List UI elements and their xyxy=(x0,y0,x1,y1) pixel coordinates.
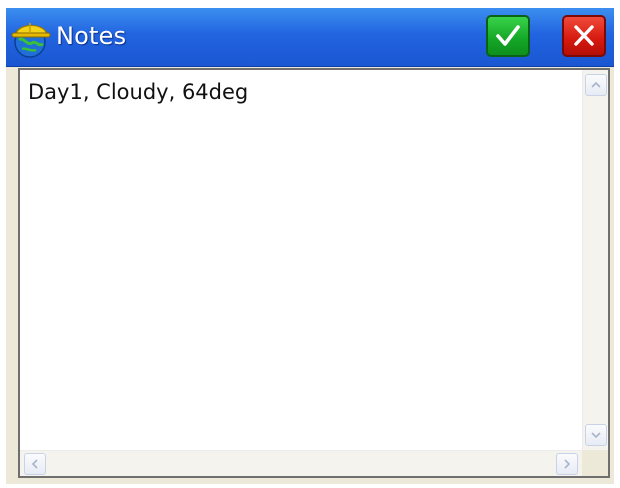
scroll-left-button[interactable] xyxy=(24,453,46,475)
checkmark-icon xyxy=(496,25,520,46)
ok-button[interactable] xyxy=(486,15,530,57)
window-title: Notes xyxy=(56,22,127,50)
chevron-left-icon xyxy=(31,459,38,469)
chevron-down-icon xyxy=(591,432,601,439)
notes-textarea[interactable]: Day1, Cloudy, 64deg xyxy=(18,68,610,478)
title-bar: Notes xyxy=(6,8,614,67)
vertical-scrollbar[interactable] xyxy=(582,70,608,450)
hard-hat-globe-icon xyxy=(10,16,54,60)
horizontal-scrollbar[interactable] xyxy=(20,450,582,476)
cancel-button[interactable] xyxy=(562,15,606,57)
chevron-up-icon xyxy=(591,81,601,88)
scroll-right-button[interactable] xyxy=(556,453,578,475)
scrollbar-corner xyxy=(582,450,608,476)
scroll-down-button[interactable] xyxy=(585,424,607,446)
notes-text[interactable]: Day1, Cloudy, 64deg xyxy=(28,80,578,104)
chevron-right-icon xyxy=(564,459,571,469)
notes-window: Notes Day1, Cloudy, 64deg xyxy=(6,8,614,484)
close-icon xyxy=(574,25,594,46)
scroll-up-button[interactable] xyxy=(585,74,607,96)
